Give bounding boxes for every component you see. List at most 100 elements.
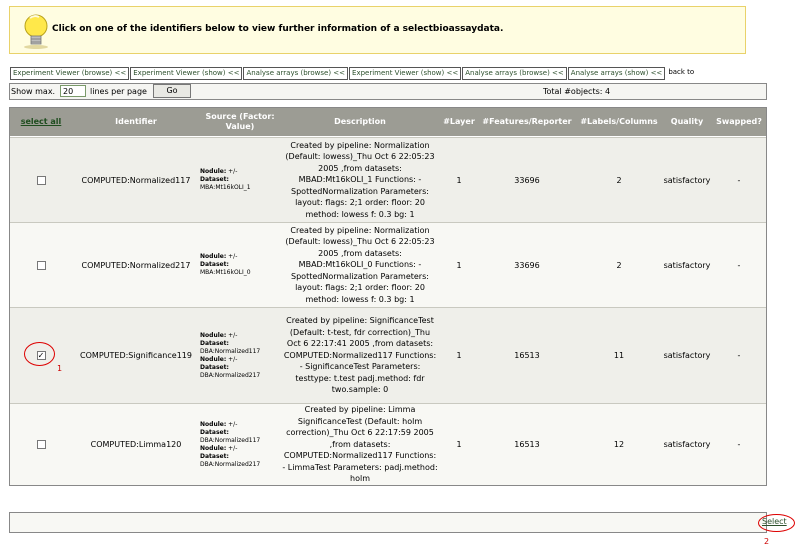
source-line: Dataset: — [200, 340, 260, 348]
source-line: Nodule: +/- — [200, 168, 251, 176]
identifier-cell[interactable]: COMPUTED:Normalized217 — [72, 223, 200, 307]
row-checkbox[interactable] — [36, 440, 46, 449]
table-row: COMPUTED:Limma120 Nodule: +/- Dataset: DBA:… — [10, 403, 766, 485]
pager-bar: Show max. lines per page Go Total #objec… — [9, 83, 767, 100]
features-cell: 16513 — [514, 440, 540, 449]
source-key: Dataset: — [200, 363, 229, 371]
layer-cell: 1 — [456, 175, 462, 185]
table-header: select all Identifier Source (Factor: Va… — [10, 108, 766, 136]
source-line: DBA:Normalized117 — [200, 437, 260, 445]
breadcrumb-item[interactable]: Analyse arrays (browse) << — [462, 67, 567, 80]
source-line: Nodule: +/- — [200, 445, 260, 453]
layer-cell: 1 — [456, 440, 462, 449]
header-labels: #Labels/Columns — [580, 117, 658, 126]
table-row: COMPUTED:Normalized217 Nodule: +/- Dataset… — [10, 222, 766, 307]
source-key: Nodule: — [200, 355, 227, 363]
source-line: DBA:Normalized217 — [200, 372, 260, 380]
source-value: +/- — [226, 444, 238, 452]
breadcrumb-item[interactable]: Experiment Viewer (show) << — [130, 67, 243, 80]
features-cell: 33696 — [514, 260, 540, 270]
source-key: Nodule: — [200, 253, 227, 260]
quality-cell: satisfactory — [663, 351, 711, 360]
select-cell — [10, 404, 72, 485]
breadcrumb-item[interactable]: Experiment Viewer (browse) << — [10, 67, 130, 80]
source-value: MBA:Mt16kOLI_1 — [200, 184, 251, 191]
total-objects: Total #objects: 4 — [543, 87, 611, 96]
description-cell: Created by pipeline: Normalization (Defa… — [285, 225, 435, 304]
source-value: +/- — [226, 168, 238, 175]
table-row: COMPUTED:Normalized117 Nodule: +/- Dataset… — [10, 137, 766, 222]
source-cell: Nodule: +/- Dataset: MBA:Mt16kOLI_1 — [200, 138, 280, 222]
source-line: MBA:Mt16kOLI_0 — [200, 269, 251, 277]
info-banner: Click on one of the identifiers below to… — [9, 6, 746, 54]
header-quality: Quality — [670, 117, 704, 126]
source-value: DBA:Normalized217 — [200, 460, 261, 468]
breadcrumb-item[interactable]: Analyse arrays (browse) << — [243, 67, 349, 80]
source-value: +/- — [226, 253, 238, 260]
source-key: Dataset: — [200, 452, 229, 460]
source-key: Nodule: — [200, 444, 227, 452]
source-value: +/- — [226, 331, 238, 339]
source-key: Nodule: — [200, 331, 227, 339]
breadcrumb-item[interactable]: Analyse arrays (show) << — [567, 67, 666, 80]
source-line: Nodule: +/- — [200, 356, 260, 364]
info-message: Click on one of the identifiers below to… — [52, 24, 504, 34]
breadcrumb-item[interactable]: Experiment Viewer (show) << — [349, 67, 462, 80]
source-line: Dataset: — [200, 176, 251, 184]
quality-cell: satisfactory — [663, 175, 711, 185]
source-key: Dataset: — [200, 261, 229, 268]
source-cell: Nodule: +/- Dataset: MBA:Mt16kOLI_0 — [200, 223, 280, 307]
breadcrumb: Experiment Viewer (browse) << Experiment … — [10, 67, 696, 80]
header-identifier: Identifier — [115, 117, 157, 126]
source-value: +/- — [226, 420, 238, 428]
row-checkbox[interactable] — [36, 260, 46, 270]
labels-cell: 11 — [613, 351, 625, 360]
identifier-cell[interactable]: COMPUTED:Normalized117 — [72, 138, 200, 222]
labels-cell: 2 — [616, 260, 622, 270]
annotation-number: 2 — [764, 537, 770, 546]
features-cell: 33696 — [514, 175, 540, 185]
source-key: Dataset: — [200, 339, 229, 347]
breadcrumb-tail: back to — [668, 68, 695, 76]
source-line: DBA:Normalized217 — [200, 461, 260, 469]
source-cell: Nodule: +/- Dataset: DBA:Normalized117 Nodu… — [200, 404, 280, 485]
annotation-circle — [24, 342, 55, 366]
source-line: Nodule: +/- — [200, 421, 260, 429]
source-value: +/- — [226, 355, 238, 363]
annotation-number: 1 — [57, 364, 63, 373]
labels-cell: 12 — [613, 440, 625, 449]
lines-per-page-input[interactable] — [60, 85, 86, 97]
row-checkbox[interactable] — [36, 175, 46, 185]
identifier-cell[interactable]: COMPUTED:Limma120 — [72, 404, 200, 485]
select-cell — [10, 138, 72, 222]
bottom-action-bar — [9, 512, 767, 533]
source-line: Dataset: — [200, 364, 260, 372]
header-layer: #Layer — [443, 117, 475, 126]
quality-cell: satisfactory — [663, 440, 711, 449]
swapped-cell: - — [737, 440, 741, 449]
lightbulb-icon — [24, 14, 48, 49]
source-line: Dataset: — [200, 453, 260, 461]
source-value: DBA:Normalized117 — [200, 436, 261, 444]
source-key: Dataset: — [200, 428, 229, 436]
swapped-cell: - — [737, 260, 741, 270]
lines-per-page-label: lines per page — [90, 87, 147, 96]
description-cell: Created by pipeline: Limma SignificanceT… — [282, 405, 438, 484]
source-cell: Nodule: +/- Dataset: DBA:Normalized117 Nodu… — [200, 308, 280, 403]
source-line: Nodule: +/- — [200, 253, 251, 261]
select-cell — [10, 223, 72, 307]
source-line: Dataset: — [200, 261, 251, 269]
source-value: DBA:Normalized217 — [200, 371, 261, 379]
swapped-cell: - — [737, 175, 741, 185]
source-key: Nodule: — [200, 420, 227, 428]
source-line: Dataset: — [200, 429, 260, 437]
results-table: select all Identifier Source (Factor: Va… — [9, 107, 767, 486]
labels-cell: 2 — [616, 175, 622, 185]
identifier-cell[interactable]: COMPUTED:Significance119 — [72, 308, 200, 403]
show-max-label: Show max. — [11, 87, 56, 96]
header-features: #Features/Reporter — [482, 117, 572, 126]
select-all-link[interactable]: select all — [21, 117, 62, 127]
source-line: MBA:Mt16kOLI_1 — [200, 184, 251, 192]
go-button[interactable]: Go — [153, 84, 191, 98]
source-key: Nodule: — [200, 168, 227, 175]
